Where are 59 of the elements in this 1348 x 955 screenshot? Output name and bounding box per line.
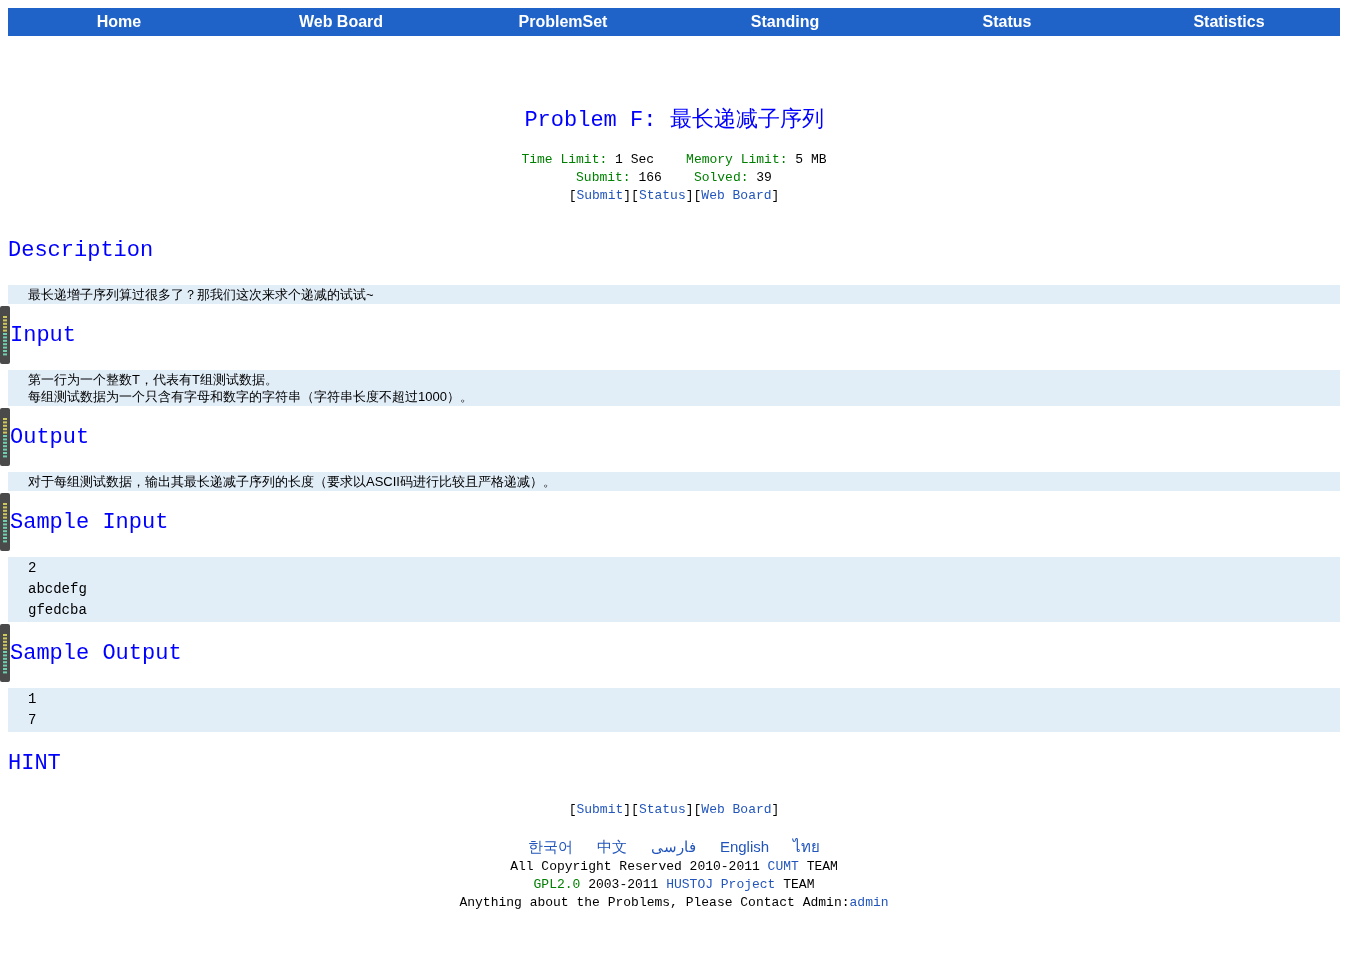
sample-line: abcdefg <box>28 580 88 599</box>
language-link[interactable]: English <box>719 835 770 858</box>
language-link[interactable]: ไทย <box>793 835 821 858</box>
section-text: 对于每组测试数据，输出其最长递减子序列的长度（要求以ASCII码进行比较且严格递减）。 <box>28 473 557 490</box>
bracket-text: ] <box>685 801 694 819</box>
bracket-text: [ <box>693 187 702 205</box>
section-heading: Input <box>10 321 76 350</box>
nav-link[interactable]: Standing <box>674 10 896 34</box>
problem-link[interactable]: Web Board <box>701 187 772 205</box>
limit-value: 39 <box>756 169 772 187</box>
footer-link[interactable]: HUSTOJ Project <box>666 877 776 892</box>
language-link[interactable]: فارسی <box>650 835 696 858</box>
section-text: 每组测试数据为一个只含有字母和数字的字符串（字符串长度不超过1000）。 <box>28 388 474 405</box>
section-heading: Description <box>8 236 154 265</box>
section-heading: Sample Input <box>10 508 169 537</box>
limit-label: Submit: <box>576 169 632 187</box>
problem-title: Problem F: 最长递减子序列 <box>523 106 825 135</box>
nav-link[interactable]: Statistics <box>1118 10 1340 34</box>
bracket-text: [ <box>568 801 577 819</box>
section-heading: Output <box>10 423 90 452</box>
bracket-text: [ <box>631 801 639 819</box>
footer-text: All Copyright Reserved 2010-2011 CUMT TEAM <box>510 858 838 876</box>
bracket-text: ] <box>623 801 632 819</box>
bracket-text: ] <box>771 801 780 819</box>
sample-line: gfedcba <box>28 601 88 620</box>
problem-link[interactable]: Submit <box>576 187 624 205</box>
footer-link[interactable]: Status <box>638 800 686 820</box>
bracket-text: ] <box>623 187 632 205</box>
limit-value: 5 MB <box>795 151 827 169</box>
footer-text: GPL2.0 2003-2011 HUSTOJ Project TEAM <box>533 876 815 894</box>
limit-value: 166 <box>638 169 662 187</box>
language-link[interactable]: 中文 <box>596 835 627 858</box>
sample-line: 1 <box>28 690 38 709</box>
bracket-text: [ <box>693 801 702 819</box>
bracket-text: [ <box>568 187 577 205</box>
limit-value: 1 Sec <box>615 151 655 169</box>
language-link[interactable]: 한국어 <box>527 835 573 858</box>
nav-link[interactable]: Web Board <box>230 10 452 34</box>
footer-link[interactable]: admin <box>849 895 889 910</box>
nav-link[interactable]: ProblemSet <box>452 10 674 34</box>
bracket-text: [ <box>631 187 639 205</box>
sample-line: 7 <box>28 711 38 730</box>
sample-line: 2 <box>28 559 38 578</box>
footer-link[interactable]: CUMT <box>767 859 799 874</box>
section-text: 最长递增子序列算过很多了？那我们这次来求个递减的试试~ <box>28 286 375 303</box>
bracket-text: ] <box>771 187 780 205</box>
bracket-text: ] <box>685 187 694 205</box>
problem-link[interactable]: Status <box>638 187 686 205</box>
limit-label: Memory Limit: <box>686 151 789 169</box>
nav-link[interactable]: Status <box>896 10 1118 34</box>
section-text: 第一行为一个整数T，代表有T组测试数据。 <box>28 371 279 388</box>
footer-link[interactable]: Submit <box>576 800 624 820</box>
footer-text: Anything about the Problems, Please Contact Admin:admin <box>459 894 889 912</box>
section-heading: HINT <box>8 749 61 778</box>
nav-link[interactable]: Home <box>8 10 230 34</box>
footer-link[interactable]: Web Board <box>701 800 772 820</box>
section-heading: Sample Output <box>10 639 182 668</box>
limit-label: Time Limit: <box>521 151 609 169</box>
limit-label: Solved: <box>693 169 750 187</box>
